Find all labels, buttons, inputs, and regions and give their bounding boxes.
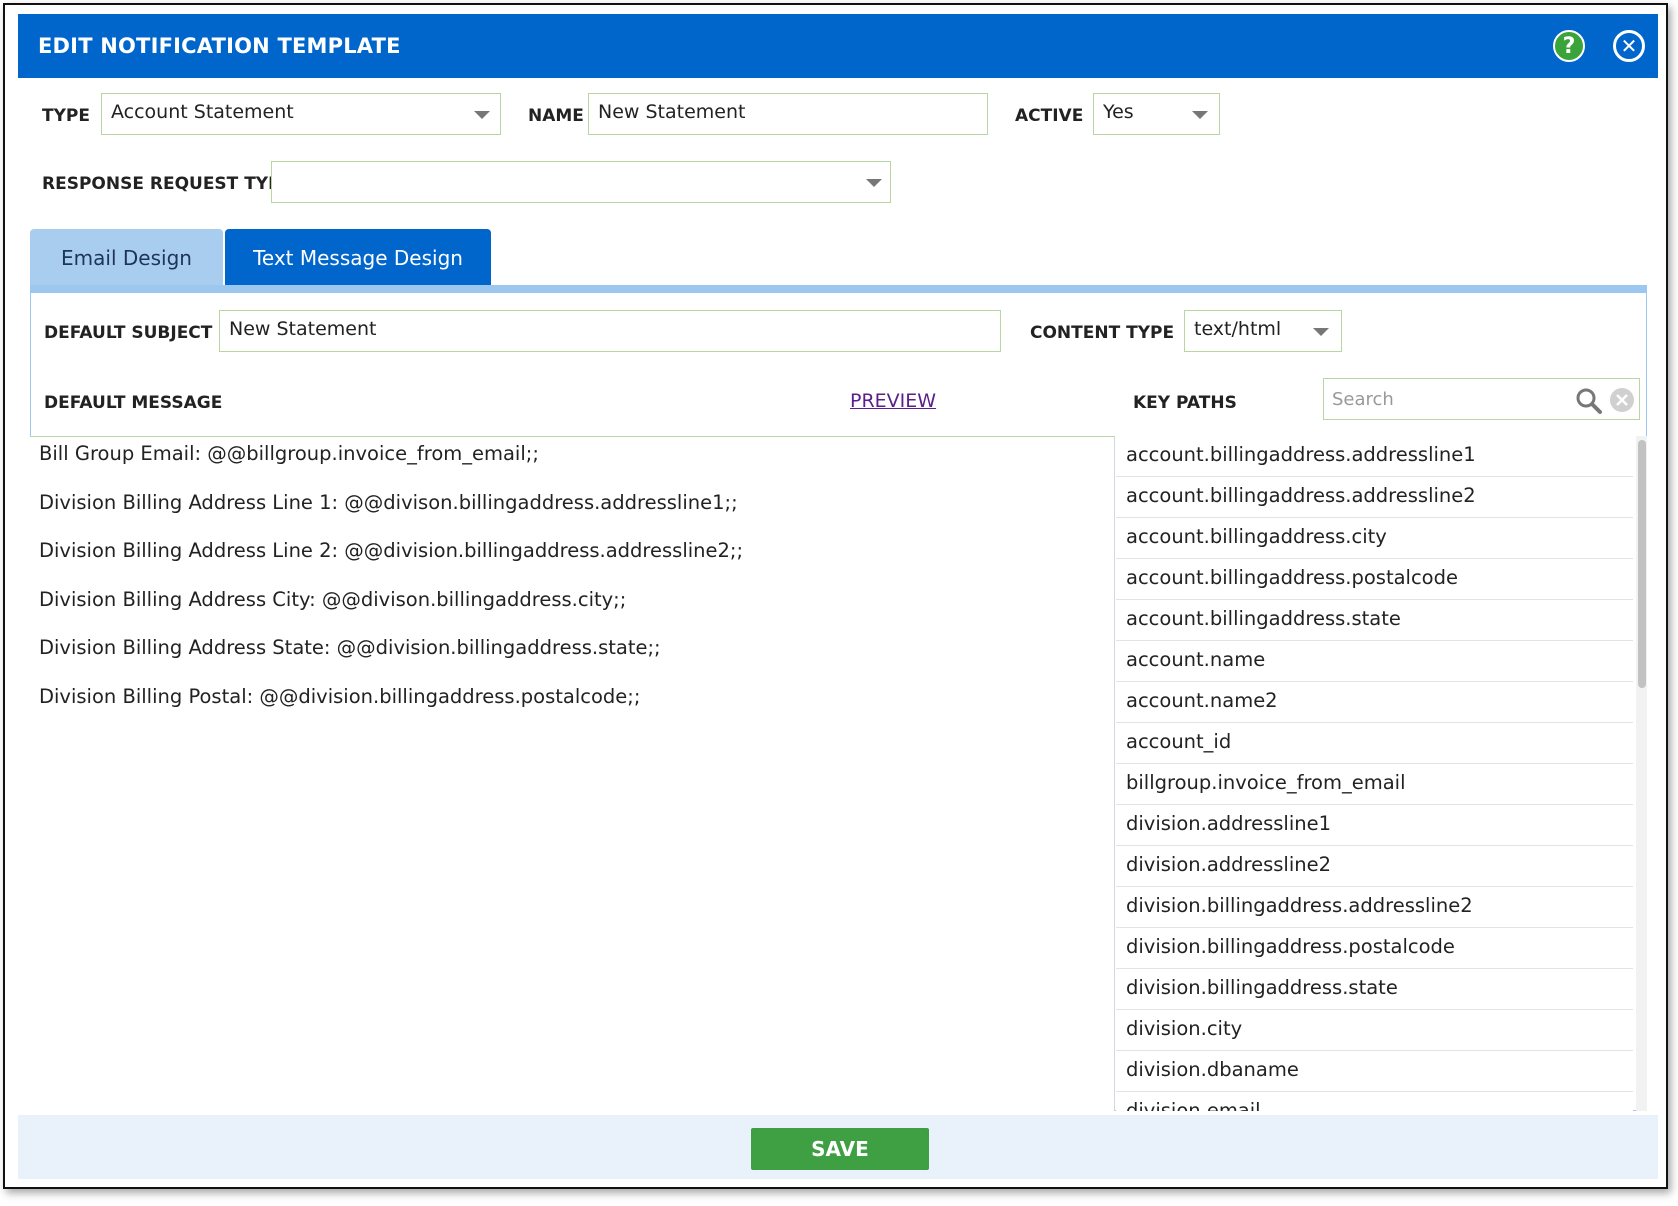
clear-search-icon[interactable]	[1609, 387, 1635, 413]
key-path-item[interactable]: division.email	[1116, 1092, 1633, 1111]
default-subject-input[interactable]: New Statement	[219, 310, 1001, 352]
save-button[interactable]: SAVE	[751, 1128, 929, 1170]
type-chevron-down-icon[interactable]	[474, 111, 490, 119]
key-path-item[interactable]: division.billingaddress.state	[1116, 969, 1633, 1010]
key-paths-search	[1323, 378, 1640, 420]
help-icon[interactable]: ?	[1553, 30, 1585, 62]
dialog-titlebar: EDIT NOTIFICATION TEMPLATE ? ✕	[18, 14, 1658, 78]
key-path-item[interactable]: account.billingaddress.addressline1	[1116, 436, 1633, 477]
response-request-type-chevron-down-icon[interactable]	[866, 179, 882, 187]
message-line: Division Billing Address Line 2: @@divis…	[39, 539, 744, 562]
tab-email-design-label: Email Design	[61, 245, 192, 270]
dialog-title: EDIT NOTIFICATION TEMPLATE	[38, 34, 401, 58]
default-message-editor[interactable]: Bill Group Email: @@billgroup.invoice_fr…	[30, 436, 1115, 1111]
search-icon[interactable]	[1575, 387, 1603, 415]
key-path-item[interactable]: division.addressline1	[1116, 805, 1633, 846]
default-message-label: DEFAULT MESSAGE	[44, 393, 223, 413]
window-frame: EDIT NOTIFICATION TEMPLATE ? ✕ TYPE Acco…	[3, 3, 1668, 1189]
key-paths-label: KEY PATHS	[1133, 393, 1237, 413]
close-icon[interactable]: ✕	[1613, 30, 1645, 62]
name-label: NAME	[528, 106, 584, 126]
key-path-item[interactable]: account_id	[1116, 723, 1633, 764]
tab-email-design[interactable]: Email Design	[30, 229, 223, 286]
default-subject-label: DEFAULT SUBJECT	[44, 323, 213, 343]
content-type-label: CONTENT TYPE	[1030, 323, 1175, 343]
active-chevron-down-icon[interactable]	[1192, 111, 1208, 119]
key-path-item[interactable]: account.name	[1116, 641, 1633, 682]
key-paths-list: account.billingaddress.addressline1 acco…	[1116, 436, 1633, 1111]
message-line: Division Billing Address City: @@divison…	[39, 587, 627, 611]
name-value: New Statement	[598, 101, 746, 123]
key-path-item[interactable]: account.billingaddress.postalcode	[1116, 559, 1633, 600]
key-path-item[interactable]: division.addressline2	[1116, 846, 1633, 887]
message-line: Division Billing Address Line 1: @@divis…	[39, 490, 738, 514]
content-type-value: text/html	[1194, 318, 1282, 340]
type-select[interactable]: Account Statement	[101, 93, 501, 135]
active-label: ACTIVE	[1015, 106, 1084, 126]
response-request-type-select[interactable]	[271, 161, 891, 203]
key-path-item[interactable]: account.billingaddress.addressline2	[1116, 477, 1633, 518]
key-paths-scroll-thumb[interactable]	[1638, 440, 1646, 688]
key-paths-search-input[interactable]	[1324, 379, 1554, 419]
type-label: TYPE	[42, 106, 90, 126]
key-path-item[interactable]: division.billingaddress.addressline2	[1116, 887, 1633, 928]
key-path-item[interactable]: division.billingaddress.postalcode	[1116, 928, 1633, 969]
type-value: Account Statement	[111, 101, 294, 123]
key-path-item[interactable]: account.name2	[1116, 682, 1633, 723]
message-line: Bill Group Email: @@billgroup.invoice_fr…	[39, 442, 539, 465]
tab-underline	[30, 285, 1647, 293]
default-subject-value: New Statement	[229, 318, 377, 340]
active-value: Yes	[1103, 101, 1134, 123]
key-path-item[interactable]: division.city	[1116, 1010, 1633, 1051]
edit-notification-template-dialog: EDIT NOTIFICATION TEMPLATE ? ✕ TYPE Acco…	[18, 14, 1658, 1179]
name-input[interactable]: New Statement	[588, 93, 988, 135]
tab-text-message-design-label: Text Message Design	[253, 245, 463, 270]
response-request-type-label: RESPONSE REQUEST TYPE	[42, 174, 293, 194]
key-path-item[interactable]: division.dbaname	[1116, 1051, 1633, 1092]
tab-text-message-design[interactable]: Text Message Design	[225, 229, 491, 286]
key-path-item[interactable]: account.billingaddress.state	[1116, 600, 1633, 641]
message-line: Division Billing Address State: @@divisi…	[39, 636, 661, 659]
key-path-item[interactable]: account.billingaddress.city	[1116, 518, 1633, 559]
message-line: Division Billing Postal: @@division.bill…	[39, 684, 641, 708]
preview-link[interactable]: PREVIEW	[850, 390, 936, 412]
content-type-chevron-down-icon[interactable]	[1313, 328, 1329, 336]
key-path-item[interactable]: billgroup.invoice_from_email	[1116, 764, 1633, 805]
